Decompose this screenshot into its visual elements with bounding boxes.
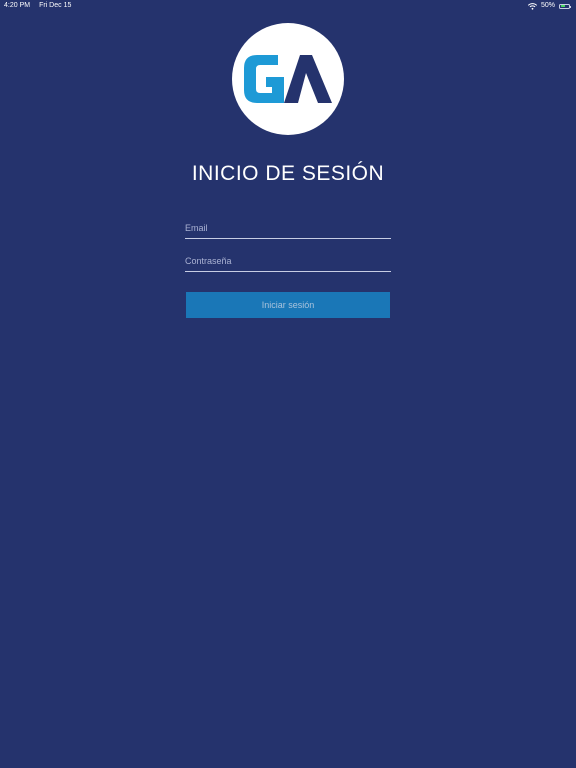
company-logo — [232, 23, 344, 135]
password-field[interactable] — [185, 251, 391, 271]
status-left: 4:20 PM Fri Dec 15 — [4, 0, 71, 12]
password-field-container[interactable] — [185, 251, 391, 272]
email-field-container[interactable] — [185, 218, 391, 239]
status-bar: 4:20 PM Fri Dec 15 50% — [0, 0, 576, 12]
battery-fill — [560, 5, 565, 7]
page-title: INICIO DE SESIÓN — [191, 162, 385, 185]
status-time: 4:20 PM — [4, 2, 31, 9]
email-field[interactable] — [185, 218, 391, 238]
status-right: 50% — [527, 0, 571, 12]
wifi-icon — [527, 2, 537, 10]
logo-g-mark — [244, 55, 284, 103]
battery-percentage: 50% — [540, 2, 555, 9]
logo-a-mark — [284, 55, 332, 103]
battery-icon — [559, 3, 571, 9]
status-date: Fri Dec 15 — [39, 2, 72, 9]
login-button[interactable]: Iniciar sesión — [186, 292, 390, 318]
